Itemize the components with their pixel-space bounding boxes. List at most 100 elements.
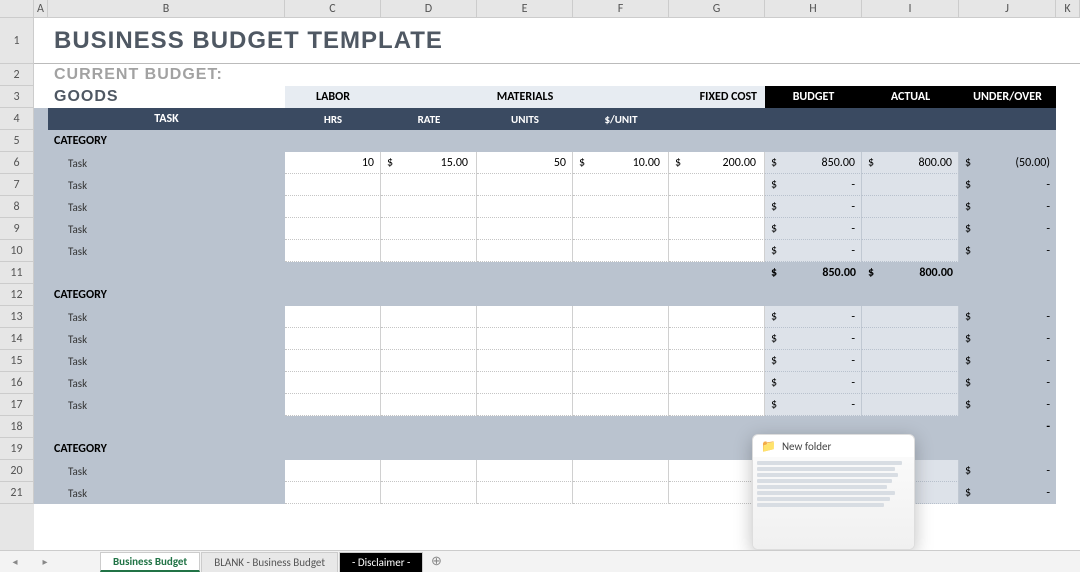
cell-input[interactable] bbox=[477, 306, 573, 328]
cell-under-over[interactable]: $- bbox=[959, 460, 1056, 482]
cell-hrs[interactable]: 10 bbox=[285, 152, 381, 174]
cell-under-over[interactable]: $- bbox=[959, 350, 1056, 372]
sheet-content[interactable]: BUSINESS BUDGET TEMPLATE CURRENT BUDGET:… bbox=[34, 18, 1080, 550]
cell-input[interactable] bbox=[669, 350, 765, 372]
row-header-18[interactable]: 18 bbox=[0, 416, 34, 438]
cell-input[interactable] bbox=[381, 196, 477, 218]
cell-input[interactable] bbox=[477, 328, 573, 350]
taskbar-preview-popup[interactable]: 📁 New folder bbox=[752, 434, 915, 550]
cell-input[interactable] bbox=[573, 350, 669, 372]
cell-input[interactable] bbox=[669, 328, 765, 350]
tab-nav-prev[interactable]: ◂ bbox=[0, 555, 30, 568]
add-sheet-button[interactable]: ⊕ bbox=[424, 554, 448, 569]
row-header-10[interactable]: 10 bbox=[0, 240, 34, 262]
cell-actual[interactable] bbox=[862, 240, 959, 262]
cell-input[interactable] bbox=[669, 306, 765, 328]
col-header-J[interactable]: J bbox=[959, 0, 1056, 17]
cell-budget[interactable]: $- bbox=[765, 328, 862, 350]
sheet-tab-blank[interactable]: BLANK - Business Budget bbox=[201, 552, 338, 572]
cell-units[interactable]: 50 bbox=[477, 152, 573, 174]
cell-input[interactable] bbox=[669, 218, 765, 240]
cell-fixed[interactable]: $200.00 bbox=[669, 152, 765, 174]
cell-input[interactable] bbox=[285, 350, 381, 372]
cell-input[interactable] bbox=[669, 174, 765, 196]
cell-input[interactable] bbox=[285, 306, 381, 328]
cell-input[interactable] bbox=[477, 174, 573, 196]
cell-input[interactable] bbox=[573, 328, 669, 350]
cell-input[interactable] bbox=[573, 306, 669, 328]
row-header-13[interactable]: 13 bbox=[0, 306, 34, 328]
cell-input[interactable] bbox=[381, 372, 477, 394]
row-header-11[interactable]: 11 bbox=[0, 262, 34, 284]
col-header-C[interactable]: C bbox=[285, 0, 381, 17]
col-header-B[interactable]: B bbox=[48, 0, 285, 17]
cell-input[interactable] bbox=[573, 394, 669, 416]
row-header-20[interactable]: 20 bbox=[0, 460, 34, 482]
cell-input[interactable] bbox=[477, 240, 573, 262]
cell-input[interactable] bbox=[573, 174, 669, 196]
row-header-17[interactable]: 17 bbox=[0, 394, 34, 416]
cell-input[interactable] bbox=[669, 196, 765, 218]
cell-input[interactable] bbox=[381, 328, 477, 350]
cell-input[interactable] bbox=[381, 482, 477, 504]
row-header-5[interactable]: 5 bbox=[0, 130, 34, 152]
cell-per-unit[interactable]: $10.00 bbox=[573, 152, 669, 174]
row-header-19[interactable]: 19 bbox=[0, 438, 34, 460]
cell-input[interactable] bbox=[285, 218, 381, 240]
cell-budget[interactable]: $- bbox=[765, 306, 862, 328]
col-header-D[interactable]: D bbox=[381, 0, 477, 17]
cell-input[interactable] bbox=[381, 174, 477, 196]
cell-budget[interactable]: $- bbox=[765, 174, 862, 196]
col-header-A[interactable]: A bbox=[34, 0, 48, 17]
cell-input[interactable] bbox=[381, 240, 477, 262]
cell-budget[interactable]: $- bbox=[765, 372, 862, 394]
cell-input[interactable] bbox=[669, 372, 765, 394]
cell-actual[interactable] bbox=[862, 196, 959, 218]
cell-input[interactable] bbox=[381, 460, 477, 482]
cell-budget[interactable]: $- bbox=[765, 196, 862, 218]
cell-under-over[interactable]: $- bbox=[959, 218, 1056, 240]
cell-input[interactable] bbox=[381, 394, 477, 416]
cell-input[interactable] bbox=[477, 482, 573, 504]
cell-input[interactable] bbox=[285, 174, 381, 196]
row-header-15[interactable]: 15 bbox=[0, 350, 34, 372]
cell-actual[interactable] bbox=[862, 372, 959, 394]
cell-input[interactable] bbox=[285, 460, 381, 482]
cell-input[interactable] bbox=[573, 218, 669, 240]
sheet-tab-disclaimer[interactable]: - Disclaimer - bbox=[339, 552, 423, 572]
cell-input[interactable] bbox=[669, 240, 765, 262]
row-header-7[interactable]: 7 bbox=[0, 174, 34, 196]
row-header-9[interactable]: 9 bbox=[0, 218, 34, 240]
col-header-F[interactable]: F bbox=[573, 0, 669, 17]
cell-input[interactable] bbox=[477, 350, 573, 372]
cell-budget[interactable]: $- bbox=[765, 240, 862, 262]
cell-input[interactable] bbox=[477, 372, 573, 394]
cell-rate[interactable]: $15.00 bbox=[381, 152, 477, 174]
cell-under-over[interactable]: $- bbox=[959, 196, 1056, 218]
cell-input[interactable] bbox=[477, 218, 573, 240]
cell-under-over[interactable]: $- bbox=[959, 174, 1056, 196]
cell-actual[interactable] bbox=[862, 394, 959, 416]
cell-input[interactable] bbox=[477, 196, 573, 218]
cell-input[interactable] bbox=[285, 394, 381, 416]
row-header-12[interactable]: 12 bbox=[0, 284, 34, 306]
row-header-21[interactable]: 21 bbox=[0, 482, 34, 504]
col-header-I[interactable]: I bbox=[862, 0, 959, 17]
row-header-1[interactable]: 1 bbox=[0, 18, 34, 64]
cell-input[interactable] bbox=[285, 240, 381, 262]
cell-under-over[interactable]: $(50.00) bbox=[959, 152, 1056, 174]
cell-input[interactable] bbox=[285, 196, 381, 218]
cell-input[interactable] bbox=[285, 328, 381, 350]
cell-budget[interactable]: $850.00 bbox=[765, 152, 862, 174]
cell-input[interactable] bbox=[573, 372, 669, 394]
row-header-3[interactable]: 3 bbox=[0, 86, 34, 108]
cell-budget[interactable]: $- bbox=[765, 218, 862, 240]
cell-input[interactable] bbox=[669, 482, 765, 504]
row-header-4[interactable]: 4 bbox=[0, 108, 34, 130]
cell-actual[interactable]: $800.00 bbox=[862, 152, 959, 174]
cell-under-over[interactable]: $- bbox=[959, 372, 1056, 394]
cell-input[interactable] bbox=[477, 394, 573, 416]
cell-actual[interactable] bbox=[862, 174, 959, 196]
row-header-6[interactable]: 6 bbox=[0, 152, 34, 174]
cell-under-over[interactable]: $- bbox=[959, 328, 1056, 350]
